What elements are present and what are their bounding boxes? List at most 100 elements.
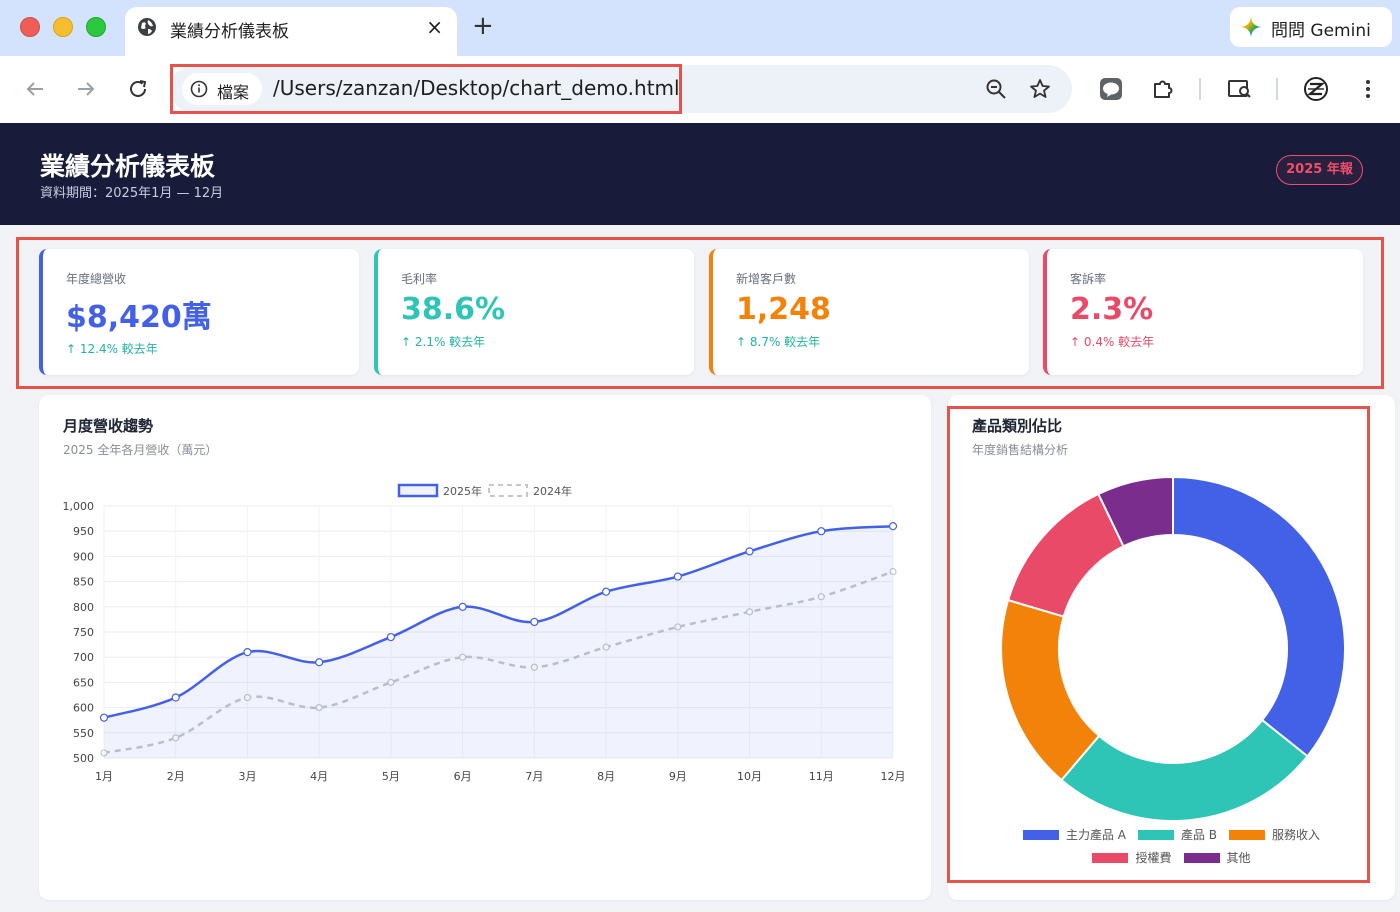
data-point[interactable] <box>243 648 252 657</box>
kpi-value: 1,248 <box>736 292 831 327</box>
data-period: 資料期間：2025年1月 — 12月 <box>40 186 224 201</box>
forward-arrow-icon[interactable] <box>72 75 100 103</box>
data-point[interactable] <box>386 632 396 642</box>
kpi-change: ↑ 2.1% 較去年 <box>401 335 486 349</box>
x-tick-label: 5月 <box>382 770 400 783</box>
kpi-card-complaint-rate: 客訴率 2.3% ↑ 0.4% 較去年 <box>1043 249 1363 375</box>
tab-close-icon[interactable]: × <box>426 15 443 39</box>
kpi-change: ↑ 0.4% 較去年 <box>1070 335 1155 349</box>
legend-label: 授權費 <box>1135 851 1172 865</box>
data-point[interactable] <box>315 658 324 667</box>
legend-swatch <box>488 484 528 497</box>
reload-icon[interactable] <box>124 75 152 103</box>
legend-label[interactable]: 2025年 <box>443 484 482 498</box>
revenue-trend-card: 月度營收趨勢 2025 全年各月營收（萬元） 500 550 600 650 700 75… <box>39 395 931 900</box>
x-tick-label: 8月 <box>597 770 615 783</box>
url-text[interactable]: /Users/zanzan/Desktop/chart_demo.html <box>273 76 680 100</box>
y-tick-label: 850 <box>73 576 94 589</box>
legend-item[interactable]: 其他 <box>1183 849 1251 866</box>
address-bar[interactable]: 檔案 /Users/zanzan/Desktop/chart_demo.html <box>170 65 1072 113</box>
kpi-label: 毛利率 <box>401 272 438 286</box>
data-point[interactable] <box>745 547 754 556</box>
profile-avatar-icon[interactable] <box>1302 75 1330 103</box>
site-label: 檔案 <box>217 83 250 102</box>
legend-item[interactable]: 主力產品 A <box>1022 826 1126 843</box>
series-area <box>104 526 893 758</box>
ask-gemini-button[interactable]: 問問 Gemini <box>1230 7 1392 47</box>
y-tick-label: 750 <box>73 626 94 639</box>
kpi-label: 客訴率 <box>1070 272 1107 286</box>
legend-swatch <box>397 483 439 498</box>
legend-item[interactable]: 授權費 <box>1092 849 1172 866</box>
legend-label: 其他 <box>1226 851 1251 865</box>
x-tick-label: 9月 <box>669 770 687 783</box>
dashboard-header: 業績分析儀表板 資料期間：2025年1月 — 12月 2025 年報 <box>0 123 1400 225</box>
legend-swatch <box>1022 829 1059 840</box>
y-tick-label: 1,000 <box>63 500 95 513</box>
category-share-card: 產品類別佔比 年度銷售結構分析 主力產品 A 產品 B 服務收入 授權費 其他 <box>948 395 1395 900</box>
toolbar-divider <box>1276 78 1278 100</box>
data-point[interactable] <box>817 527 826 536</box>
menu-kebab-icon[interactable] <box>1354 75 1382 103</box>
kpi-card-revenue: 年度總營收 $8,420萬 ↑ 12.4% 較去年 <box>39 249 359 375</box>
data-point[interactable] <box>171 693 180 702</box>
legend-swatch <box>1183 852 1220 863</box>
y-tick-label: 950 <box>73 525 94 538</box>
x-tick-label: 12月 <box>881 770 906 783</box>
y-tick-label: 600 <box>73 702 94 715</box>
kpi-change: ↑ 12.4% 較去年 <box>66 342 158 356</box>
x-tick-label: 4月 <box>310 770 328 783</box>
donut-slice[interactable] <box>1000 598 1101 782</box>
y-tick-label: 900 <box>73 550 94 563</box>
x-tick-label: 10月 <box>737 770 762 783</box>
legend-label[interactable]: 2024年 <box>533 484 572 498</box>
browser-toolbar: 檔案 /Users/zanzan/Desktop/chart_demo.html <box>0 56 1400 123</box>
x-tick-label: 3月 <box>238 770 256 783</box>
window-minimize-button[interactable] <box>53 17 73 37</box>
data-point[interactable] <box>888 522 898 531</box>
window-maximize-button[interactable] <box>86 17 106 37</box>
legend-item[interactable]: 服務收入 <box>1229 826 1320 843</box>
donut-legend: 主力產品 A 產品 B 服務收入授權費 其他 <box>948 823 1395 869</box>
x-tick-label: 6月 <box>454 770 472 783</box>
x-tick-label: 2月 <box>167 770 185 783</box>
extensions-puzzle-icon[interactable] <box>1149 75 1177 103</box>
gemini-icon <box>1240 16 1262 38</box>
gemini-label: 問問 Gemini <box>1271 21 1371 41</box>
data-point[interactable] <box>601 587 611 596</box>
kpi-value: $8,420萬 <box>66 300 212 335</box>
site-info-chip[interactable]: 檔案 <box>182 73 262 105</box>
data-point[interactable] <box>458 602 467 611</box>
toolbar-divider <box>1199 78 1201 100</box>
legend-item[interactable]: 產品 B <box>1137 826 1218 843</box>
browser-tab[interactable]: 業績分析儀表板 × <box>125 7 457 56</box>
data-point[interactable] <box>99 713 109 722</box>
legend-swatch <box>1137 829 1174 840</box>
back-arrow-icon[interactable] <box>21 75 49 103</box>
new-tab-button[interactable]: + <box>472 11 494 41</box>
line-extension-icon[interactable] <box>1097 75 1125 103</box>
kpi-value: 2.3% <box>1070 292 1154 327</box>
window-close-button[interactable] <box>20 17 40 37</box>
x-tick-label: 7月 <box>525 770 543 783</box>
data-point[interactable] <box>673 572 682 581</box>
kpi-card-new-customers: 新增客戶數 1,248 ↑ 8.7% 較去年 <box>709 249 1029 375</box>
line-chart: 500 550 600 650 700 750 800 850 900 950 1,000 1月 2月 3… <box>63 483 906 783</box>
legend-swatch <box>1092 852 1129 863</box>
donut-slice[interactable] <box>1172 475 1346 758</box>
y-tick-label: 500 <box>73 752 94 765</box>
legend-swatch <box>1229 829 1266 840</box>
kpi-card-gross-margin: 毛利率 38.6% ↑ 2.1% 較去年 <box>374 249 694 375</box>
tab-search-icon[interactable] <box>1226 75 1254 103</box>
info-icon <box>190 80 208 98</box>
tab-title: 業績分析儀表板 <box>170 22 289 42</box>
y-tick-label: 800 <box>73 601 94 614</box>
y-tick-label: 700 <box>73 651 94 664</box>
legend-label: 產品 B <box>1180 828 1218 842</box>
bookmark-star-icon[interactable] <box>1026 75 1054 103</box>
zoom-icon[interactable] <box>982 75 1010 103</box>
browser-window: 業績分析儀表板 × + 問問 Gemini 檔案 /Users/zanzan/D… <box>0 0 1400 912</box>
legend-row: 主力產品 A 產品 B 服務收入 <box>948 823 1395 846</box>
data-point[interactable] <box>530 617 539 627</box>
tab-strip: 業績分析儀表板 × + 問問 Gemini <box>0 0 1400 56</box>
